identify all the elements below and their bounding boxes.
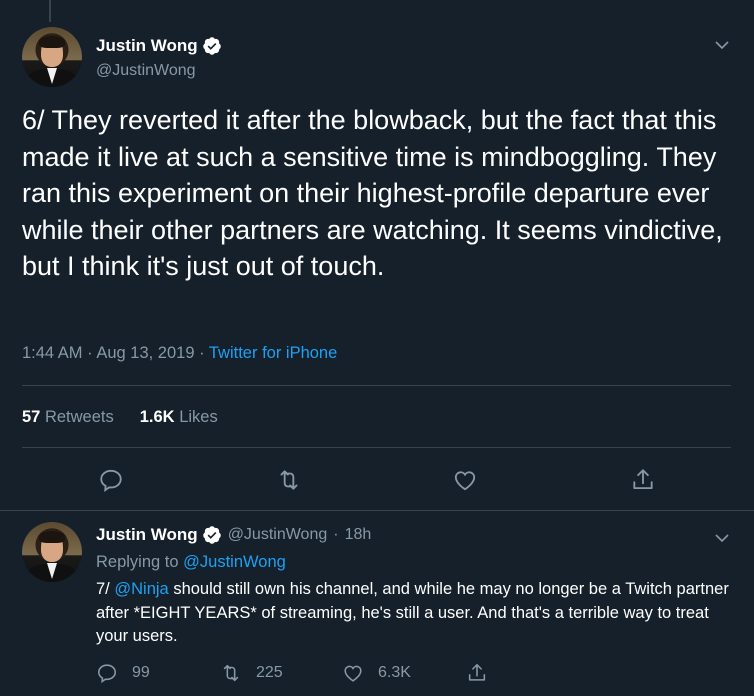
like-button[interactable]: [452, 467, 478, 493]
engagement-stats: 57 Retweets 1.6K Likes: [22, 408, 218, 427]
retweets-label: Retweets: [44, 408, 114, 426]
retweet-count: 225: [256, 664, 283, 681]
tweet-source-link[interactable]: Twitter for iPhone: [209, 344, 337, 362]
like-icon: [344, 665, 362, 682]
share-icon: [468, 663, 486, 681]
tweet-time[interactable]: 1:44 AM: [22, 344, 83, 362]
author-display-name[interactable]: Justin Wong: [96, 525, 198, 545]
verified-badge-icon: [202, 37, 221, 55]
retweet-icon: [280, 470, 298, 490]
divider: [22, 385, 731, 386]
likes-stat[interactable]: 1.6K Likes: [140, 408, 218, 427]
retweet-button[interactable]: [276, 467, 302, 493]
verified-badge-icon: [202, 526, 221, 544]
replying-to-prefix: Replying to: [96, 553, 179, 571]
tweet-date[interactable]: Aug 13, 2019: [96, 344, 194, 362]
main-tweet: Justin Wong @JustinWong 6/ They reverted…: [0, 0, 754, 511]
share-button[interactable]: [466, 662, 488, 684]
reply-button[interactable]: [98, 467, 124, 493]
like-icon: [454, 471, 476, 491]
retweets-stat[interactable]: 57 Retweets: [22, 408, 114, 427]
reply-button[interactable]: 99: [96, 662, 150, 684]
divider: [22, 447, 731, 448]
meta-separator: ·: [87, 344, 93, 362]
author-handle[interactable]: @JustinWong: [96, 62, 196, 80]
like-count: 6.3K: [378, 664, 411, 681]
retweets-count: 57: [22, 408, 41, 426]
likes-count: 1.6K: [139, 408, 175, 426]
mention-link[interactable]: @Ninja: [114, 580, 168, 598]
likes-label: Likes: [179, 408, 218, 426]
share-button[interactable]: [630, 467, 656, 493]
reply-text-prefix: 7/: [96, 580, 110, 598]
avatar[interactable]: [22, 27, 82, 87]
reply-count: 99: [132, 664, 150, 681]
retweet-button[interactable]: 225: [220, 662, 283, 684]
tweet-detail-page: Justin Wong @JustinWong 6/ They reverted…: [0, 0, 754, 696]
share-icon: [633, 469, 653, 490]
meta-separator: ·: [333, 526, 339, 543]
reply-author-row[interactable]: Justin Wong @JustinWong · 18h: [96, 525, 371, 545]
retweet-icon: [223, 664, 239, 682]
author-display-name[interactable]: Justin Wong: [96, 36, 198, 56]
reply-text: 7/ @Ninja should still own his channel, …: [96, 578, 736, 649]
reply-icon: [100, 469, 122, 492]
chevron-down-icon[interactable]: [714, 530, 730, 546]
replying-to: Replying to @JustinWong: [96, 553, 286, 572]
reply-icon: [97, 664, 117, 684]
like-button[interactable]: 6.3K: [342, 662, 411, 684]
meta-separator: ·: [199, 344, 205, 362]
author-name-row[interactable]: Justin Wong: [96, 36, 222, 56]
author-handle[interactable]: @JustinWong: [228, 526, 328, 544]
replying-to-link[interactable]: @JustinWong: [183, 553, 286, 571]
tweet-age[interactable]: 18h: [345, 526, 372, 544]
chevron-down-icon[interactable]: [714, 37, 730, 53]
tweet-text: 6/ They reverted it after the blowback, …: [22, 105, 723, 281]
reply-text-body: should still own his channel, and while …: [96, 580, 729, 645]
tweet-meta: 1:44 AM · Aug 13, 2019 · Twitter for iPh…: [22, 344, 337, 363]
avatar[interactable]: [22, 522, 82, 582]
